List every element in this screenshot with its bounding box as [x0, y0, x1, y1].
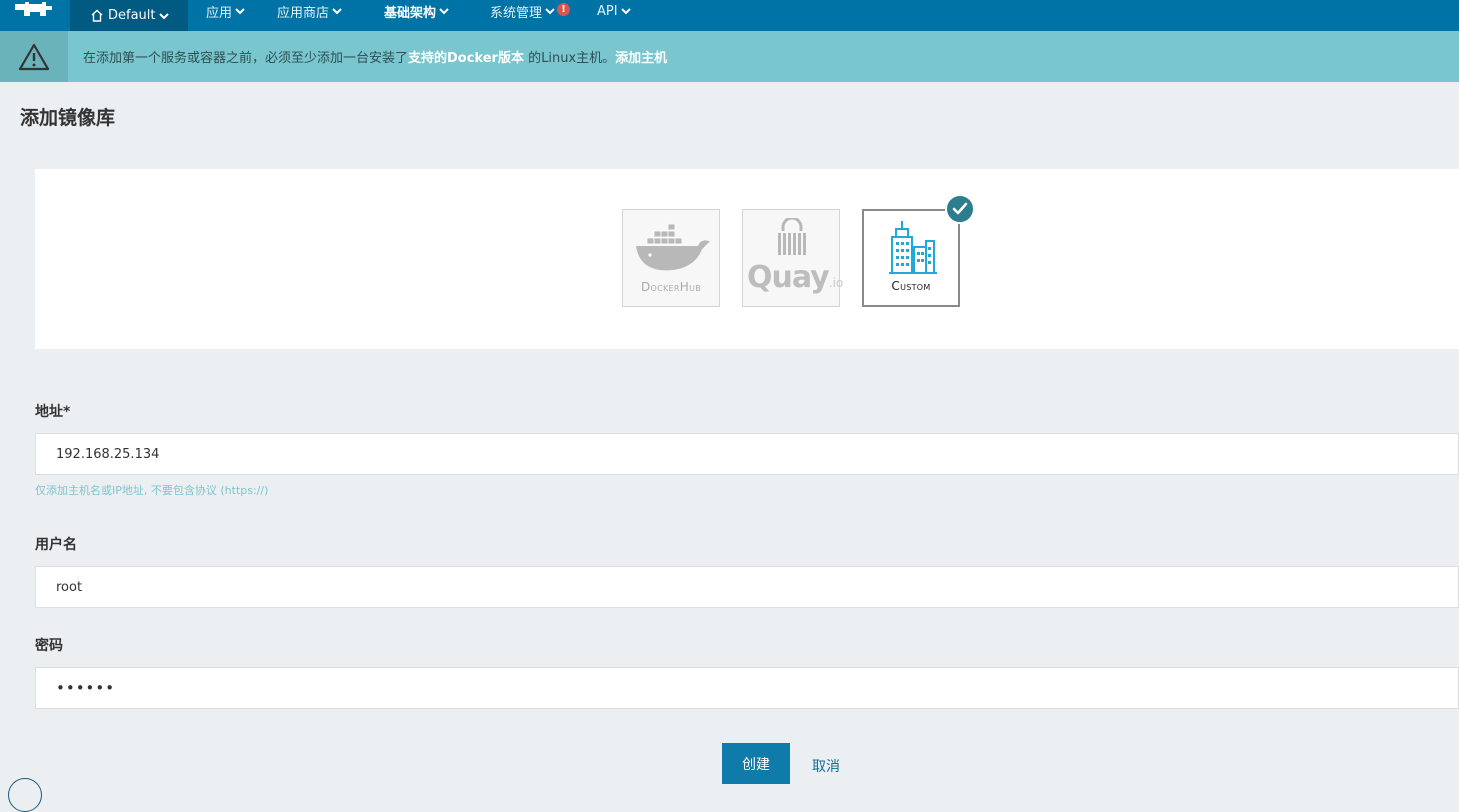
username-value: root [56, 579, 83, 595]
nav-apps[interactable]: 应用 [206, 0, 246, 22]
nav-apps-label: 应用 [206, 5, 233, 21]
banner-text-before: 在添加第一个服务或容器之前，必须至少添加一台安装了 [83, 51, 409, 66]
admin-alert-badge: ! [557, 2, 571, 16]
address-label: 地址* [35, 404, 71, 420]
create-button[interactable]: 创建 [722, 743, 790, 784]
chevron-down-icon [235, 8, 245, 15]
cancel-button[interactable]: 取消 [812, 756, 840, 776]
username-label: 用户名 [35, 537, 77, 553]
address-help-text: 仅添加主机名或IP地址, 不要包含协议 (https://) [35, 484, 269, 497]
custom-label: Custom [891, 279, 931, 293]
environment-switcher[interactable]: Default [70, 0, 188, 31]
help-circle-icon[interactable] [8, 778, 42, 812]
chevron-down-icon [439, 8, 449, 15]
chevron-down-icon [545, 8, 555, 15]
address-value: 192.168.25.134 [56, 446, 160, 462]
nav-api[interactable]: API [597, 0, 632, 22]
chevron-down-icon [620, 8, 631, 15]
quay-wordmark-suffix: .io [828, 276, 844, 290]
no-host-warning-banner: 在添加第一个服务或容器之前，必须至少添加一台安装了支持的Docker版本 的Li… [0, 31, 1459, 82]
nav-catalog-label: 应用商店 [277, 5, 330, 21]
dockerhub-label: DockerHub [640, 280, 702, 294]
banner-text-middle: 的Linux主机。 [523, 51, 616, 66]
rancher-logo-icon[interactable] [12, 0, 56, 22]
warning-icon [18, 43, 50, 70]
chevron-down-icon [332, 8, 342, 15]
add-host-link[interactable]: 添加主机 [615, 51, 667, 66]
nav-infrastructure-label: 基础架构 [384, 5, 437, 21]
registry-type-chooser: DockerHub Quay.io Custom [35, 169, 1459, 349]
banner-icon-box [0, 31, 68, 82]
password-value: •••••• [56, 679, 116, 697]
quay-wordmark: Quay [747, 260, 830, 295]
building-icon [889, 221, 937, 274]
supported-docker-link[interactable]: 支持的Docker版本 [408, 51, 524, 66]
password-input[interactable]: •••••• [35, 667, 1459, 709]
home-icon [91, 9, 103, 22]
password-label: 密码 [35, 638, 63, 654]
registry-option-quay[interactable]: Quay.io [742, 209, 843, 307]
nav-infrastructure[interactable]: 基础架构 [384, 0, 450, 22]
docker-whale-icon [636, 223, 710, 271]
nav-catalog[interactable]: 应用商店 [277, 0, 343, 22]
registry-option-custom[interactable]: Custom [862, 209, 960, 307]
top-nav: Default 应用 应用商店 基础架构 系统管理 ! API [0, 0, 1459, 31]
nav-admin[interactable]: 系统管理 ! [490, 0, 571, 22]
page-title: 添加镜像库 [20, 107, 116, 129]
quay-logo-text: Quay.io [747, 260, 843, 295]
nav-admin-label: 系统管理 [490, 5, 543, 21]
address-input[interactable]: 192.168.25.134 [35, 433, 1459, 475]
banner-text: 在添加第一个服务或容器之前，必须至少添加一台安装了支持的Docker版本 的Li… [83, 47, 667, 66]
selected-check-icon [945, 194, 975, 224]
nav-api-label: API [597, 3, 618, 19]
quay-lock-icon [778, 218, 806, 255]
username-input[interactable]: root [35, 566, 1459, 608]
registry-option-dockerhub[interactable]: DockerHub [622, 209, 720, 307]
chevron-down-icon [158, 12, 169, 19]
environment-name: Default [108, 8, 156, 23]
